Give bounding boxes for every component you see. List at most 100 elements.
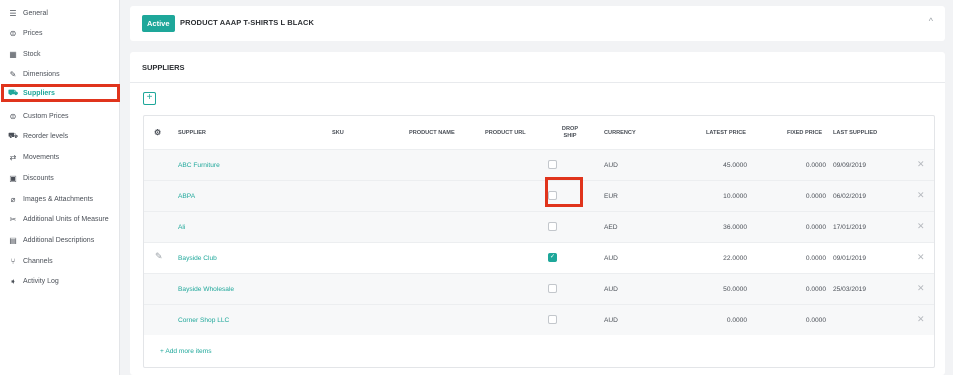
remove-row-icon[interactable]: ✕: [917, 252, 925, 263]
sidebar-item-activity-log[interactable]: ➧ Activity Log: [4, 272, 59, 290]
drop-ship-checkbox[interactable]: [548, 160, 557, 169]
sidebar-item-label: Additional Units of Measure: [23, 215, 109, 223]
table-row[interactable]: ABC Furniture AUD 45.0000 0.0000 09/09/2019 ✕: [144, 149, 934, 180]
fixed-price-cell: 0.0000: [805, 223, 826, 231]
sidebar-item-general[interactable]: ☰ General: [4, 4, 48, 22]
column-header-product-url[interactable]: PRODUCT URL: [485, 116, 526, 149]
sidebar-item-reorder-levels[interactable]: ⛟ Reorder levels: [4, 127, 68, 145]
sidebar-item-label: Reorder levels: [23, 132, 69, 140]
table-row[interactable]: ✎ Bayside Club ✓ AUD 22.0000 0.0000 09/01/2019…: [144, 242, 934, 273]
last-supplied-cell: 09/01/2019: [833, 254, 867, 262]
sidebar-item-additional-descriptions[interactable]: ▤ Additional Descriptions: [4, 231, 94, 249]
page-title: PRODUCT AAAP T-SHIRTS L BLACK: [180, 18, 315, 27]
product-header: Active PRODUCT AAAP T-SHIRTS L BLACK ^: [130, 6, 945, 41]
currency-cell: AUD: [604, 161, 618, 169]
description-icon: ▤: [9, 235, 17, 245]
add-more-items-link[interactable]: + Add more items: [160, 348, 212, 355]
column-header-currency[interactable]: CURRENCY: [604, 116, 636, 149]
column-header-drop-ship[interactable]: DROP SHIP: [558, 116, 582, 149]
sidebar-item-label: Images & Attachments: [23, 195, 94, 203]
sidebar-item-label: Custom Prices: [23, 112, 69, 120]
section-title: SUPPLIERS: [142, 63, 185, 72]
sidebar-item-label: Discounts: [23, 174, 54, 182]
sidebar-item-suppliers[interactable]: ⛟ Suppliers: [1, 84, 120, 102]
drop-ship-checkbox[interactable]: ✓: [548, 253, 557, 262]
sidebar-item-label: Stock: [23, 50, 41, 58]
currency-cell: AUD: [604, 254, 618, 262]
sidebar-item-prices[interactable]: ⊜ Prices: [4, 24, 43, 42]
table-row[interactable]: Corner Shop LLC AUD 0.0000 0.0000 ✕: [144, 304, 934, 335]
remove-row-icon[interactable]: ✕: [917, 159, 925, 170]
last-supplied-cell: 06/02/2019: [833, 192, 867, 200]
column-header-supplier[interactable]: SUPPLIER: [178, 116, 206, 149]
remove-row-icon[interactable]: ✕: [917, 190, 925, 201]
remove-row-icon[interactable]: ✕: [917, 221, 925, 232]
last-supplied-cell: 09/09/2019: [833, 161, 867, 169]
edit-icon[interactable]: ✎: [155, 251, 163, 262]
latest-price-cell: 36.0000: [723, 223, 747, 231]
last-supplied-cell: 17/01/2019: [833, 223, 867, 231]
fixed-price-cell: 0.0000: [805, 192, 826, 200]
table-row[interactable]: Ali AED 36.0000 0.0000 17/01/2019 ✕: [144, 211, 934, 242]
warehouse-icon: ▦: [9, 49, 17, 59]
fixed-price-cell: 0.0000: [805, 161, 826, 169]
sidebar-item-label: Suppliers: [23, 89, 55, 97]
column-header-last-supplied[interactable]: LAST SUPPLIED: [833, 116, 877, 149]
last-supplied-cell: 25/03/2019: [833, 285, 867, 293]
sidebar-item-label: Additional Descriptions: [23, 236, 95, 244]
supplier-name-link[interactable]: Corner Shop LLC: [178, 305, 229, 335]
custom-price-icon: ⊜: [9, 111, 17, 121]
supplier-name-link[interactable]: ABPA: [178, 181, 195, 211]
divider: [130, 82, 945, 83]
status-badge: Active: [142, 15, 175, 32]
latest-price-cell: 22.0000: [723, 254, 747, 262]
sidebar-item-label: Movements: [23, 153, 60, 161]
sidebar-item-custom-prices[interactable]: ⊜ Custom Prices: [4, 107, 69, 125]
collapse-icon[interactable]: ^: [929, 16, 933, 26]
sidebar-item-additional-units-of-measure[interactable]: ✂ Additional Units of Measure: [4, 210, 109, 228]
remove-row-icon[interactable]: ✕: [917, 283, 925, 294]
supplier-name-link[interactable]: Bayside Wholesale: [178, 274, 234, 304]
sidebar-item-channels[interactable]: ⑂ Channels: [4, 252, 53, 270]
currency-cell: AUD: [604, 285, 618, 293]
fixed-price-cell: 0.0000: [805, 316, 826, 324]
sidebar: ☰ General ⊜ Prices ▦ Stock ✎ Dimensions ⛟ Supplie…: [0, 0, 120, 375]
ruler-icon: ✎: [9, 69, 17, 79]
sidebar-item-label: General: [23, 9, 48, 17]
column-header-fixed-price[interactable]: FIXED PRICE: [787, 116, 822, 149]
activity-icon: ➧: [9, 276, 17, 286]
add-supplier-button[interactable]: +: [143, 92, 156, 105]
tools-icon: ✂: [9, 214, 17, 224]
suppliers-panel: SUPPLIERS + ⚙ SUPPLIER SKU PRODUCT NAME …: [130, 52, 945, 375]
paperclip-icon: ⌀: [10, 194, 16, 204]
column-header-sku[interactable]: SKU: [332, 116, 344, 149]
fixed-price-cell: 0.0000: [805, 254, 826, 262]
settings-icon[interactable]: ⚙: [154, 116, 161, 149]
supplier-name-link[interactable]: Ali: [178, 212, 185, 242]
table-row[interactable]: Bayside Wholesale AUD 50.0000 0.0000 25/03/2…: [144, 273, 934, 304]
currency-cell: AED: [604, 223, 618, 231]
drop-ship-checkbox[interactable]: [548, 284, 557, 293]
sidebar-item-discounts[interactable]: ▣ Discounts: [4, 169, 54, 187]
dollar-icon: ⊜: [9, 28, 17, 38]
currency-cell: EUR: [604, 192, 618, 200]
remove-row-icon[interactable]: ✕: [917, 314, 925, 325]
supplier-name-link[interactable]: Bayside Club: [178, 243, 217, 273]
sidebar-item-dimensions[interactable]: ✎ Dimensions: [4, 65, 60, 83]
drop-ship-checkbox[interactable]: [548, 315, 557, 324]
drop-ship-checkbox[interactable]: [548, 222, 557, 231]
supplier-name-link[interactable]: ABC Furniture: [178, 150, 220, 180]
sidebar-item-movements[interactable]: ⇄ Movements: [4, 148, 60, 166]
table-row[interactable]: ABPA EUR 10.0000 0.0000 06/02/2019 ✕: [144, 180, 934, 211]
column-header-product-name[interactable]: PRODUCT NAME: [409, 116, 455, 149]
sidebar-item-label: Activity Log: [23, 277, 59, 285]
latest-price-cell: 45.0000: [723, 161, 747, 169]
list-icon: ☰: [9, 8, 17, 18]
column-header-latest-price[interactable]: LATEST PRICE: [706, 116, 746, 149]
sidebar-item-stock[interactable]: ▦ Stock: [4, 45, 41, 63]
drop-ship-highlight: [545, 177, 583, 207]
sidebar-item-label: Dimensions: [23, 70, 60, 78]
sidebar-item-label: Prices: [23, 29, 43, 37]
latest-price-cell: 0.0000: [726, 316, 747, 324]
sidebar-item-images-attachments[interactable]: ⌀ Images & Attachments: [4, 190, 93, 208]
